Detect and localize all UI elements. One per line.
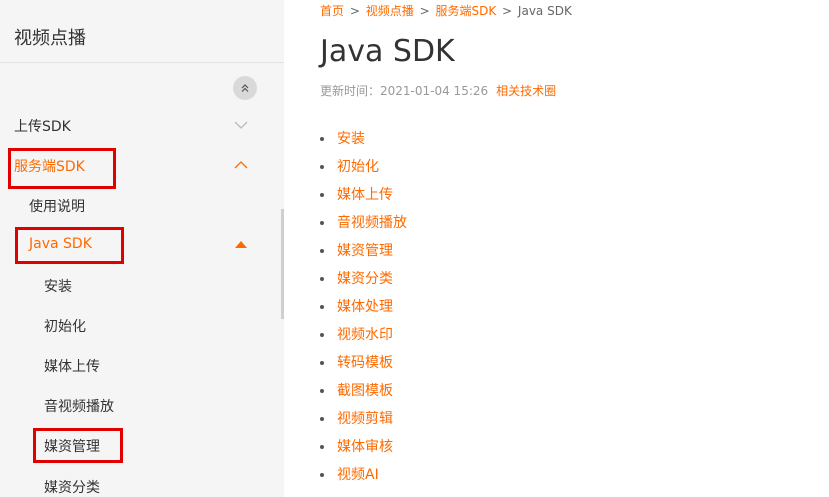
breadcrumb: 首页 > 视频点播 > 服务端SDK > Java SDK xyxy=(320,2,572,19)
breadcrumb-current: Java SDK xyxy=(517,4,572,18)
breadcrumb-vod[interactable]: 视频点播 xyxy=(366,4,414,18)
sidebar-title: 视频点播 xyxy=(14,28,86,49)
sidebar-item-upload-sdk[interactable]: 上传SDK xyxy=(14,116,71,136)
sidebar-scrollbar[interactable] xyxy=(281,209,284,319)
toc-link-media-upload[interactable]: 媒体上传 xyxy=(337,187,393,203)
sidebar-item-init[interactable]: 初始化 xyxy=(44,316,86,336)
page-meta: 更新时间：2021-01-04 15:26 相关技术圈 xyxy=(320,82,556,99)
toc-link-video-ai[interactable]: 视频AI xyxy=(337,467,379,483)
toc-item: 截图模板 xyxy=(320,381,407,409)
toc-link-video-editing[interactable]: 视频剪辑 xyxy=(337,411,393,427)
toc-item: 媒资分类 xyxy=(320,269,407,297)
toc-item: 视频水印 xyxy=(320,325,407,353)
updated-time: 更新时间：2021-01-04 15:26 xyxy=(320,84,489,98)
highlight-box-java-sdk xyxy=(15,227,124,264)
sidebar-divider xyxy=(0,62,284,63)
toc-link-transcode-template[interactable]: 转码模板 xyxy=(337,355,393,371)
sidebar-item-media-upload[interactable]: 媒体上传 xyxy=(44,356,100,376)
breadcrumb-home[interactable]: 首页 xyxy=(320,4,344,18)
toc-item: 媒资管理 xyxy=(320,241,407,269)
toc-item: 视频AI xyxy=(320,465,407,493)
double-chevron-up-icon xyxy=(241,84,249,92)
toc-item: 音视频播放 xyxy=(320,213,407,241)
toc-link-playback[interactable]: 音视频播放 xyxy=(337,215,407,231)
toc-item: 安装 xyxy=(320,129,407,157)
table-of-contents: 安装 初始化 媒体上传 音视频播放 媒资管理 媒资分类 媒体处理 视频水印 转码… xyxy=(320,129,407,493)
breadcrumb-separator: > xyxy=(349,4,360,18)
highlight-box-server-sdk xyxy=(8,148,116,189)
page-title: Java SDK xyxy=(320,34,455,69)
toc-link-init[interactable]: 初始化 xyxy=(337,159,379,175)
breadcrumb-separator: > xyxy=(502,4,513,18)
collapse-sidebar-button[interactable] xyxy=(233,76,257,100)
highlight-box-media-management xyxy=(33,428,123,463)
toc-link-watermark[interactable]: 视频水印 xyxy=(337,327,393,343)
toc-link-media-category[interactable]: 媒资分类 xyxy=(337,271,393,287)
sidebar-item-media-category[interactable]: 媒资分类 xyxy=(44,477,100,497)
sidebar-item-usage[interactable]: 使用说明 xyxy=(29,196,85,216)
toc-link-media-processing[interactable]: 媒体处理 xyxy=(337,299,393,315)
related-tech-link[interactable]: 相关技术圈 xyxy=(496,84,556,98)
sidebar-item-playback[interactable]: 音视频播放 xyxy=(44,396,114,416)
sidebar: 视频点播 上传SDK 服务端SDK 使用说明 Java SDK 安装 初始化 媒… xyxy=(0,0,284,497)
chevron-up-icon[interactable] xyxy=(234,158,248,172)
toc-item: 媒体审核 xyxy=(320,437,407,465)
breadcrumb-separator: > xyxy=(419,4,430,18)
toc-link-media-management[interactable]: 媒资管理 xyxy=(337,243,393,259)
toc-item: 转码模板 xyxy=(320,353,407,381)
toc-item: 初始化 xyxy=(320,157,407,185)
toc-item: 视频剪辑 xyxy=(320,409,407,437)
toc-item: 媒体上传 xyxy=(320,185,407,213)
toc-link-media-audit[interactable]: 媒体审核 xyxy=(337,439,393,455)
breadcrumb-server-sdk[interactable]: 服务端SDK xyxy=(435,4,496,18)
triangle-up-icon[interactable] xyxy=(235,241,247,248)
toc-link-install[interactable]: 安装 xyxy=(337,131,365,147)
sidebar-item-install[interactable]: 安装 xyxy=(44,276,72,296)
toc-item: 媒体处理 xyxy=(320,297,407,325)
chevron-down-icon[interactable] xyxy=(234,118,248,132)
toc-link-snapshot-template[interactable]: 截图模板 xyxy=(337,383,393,399)
